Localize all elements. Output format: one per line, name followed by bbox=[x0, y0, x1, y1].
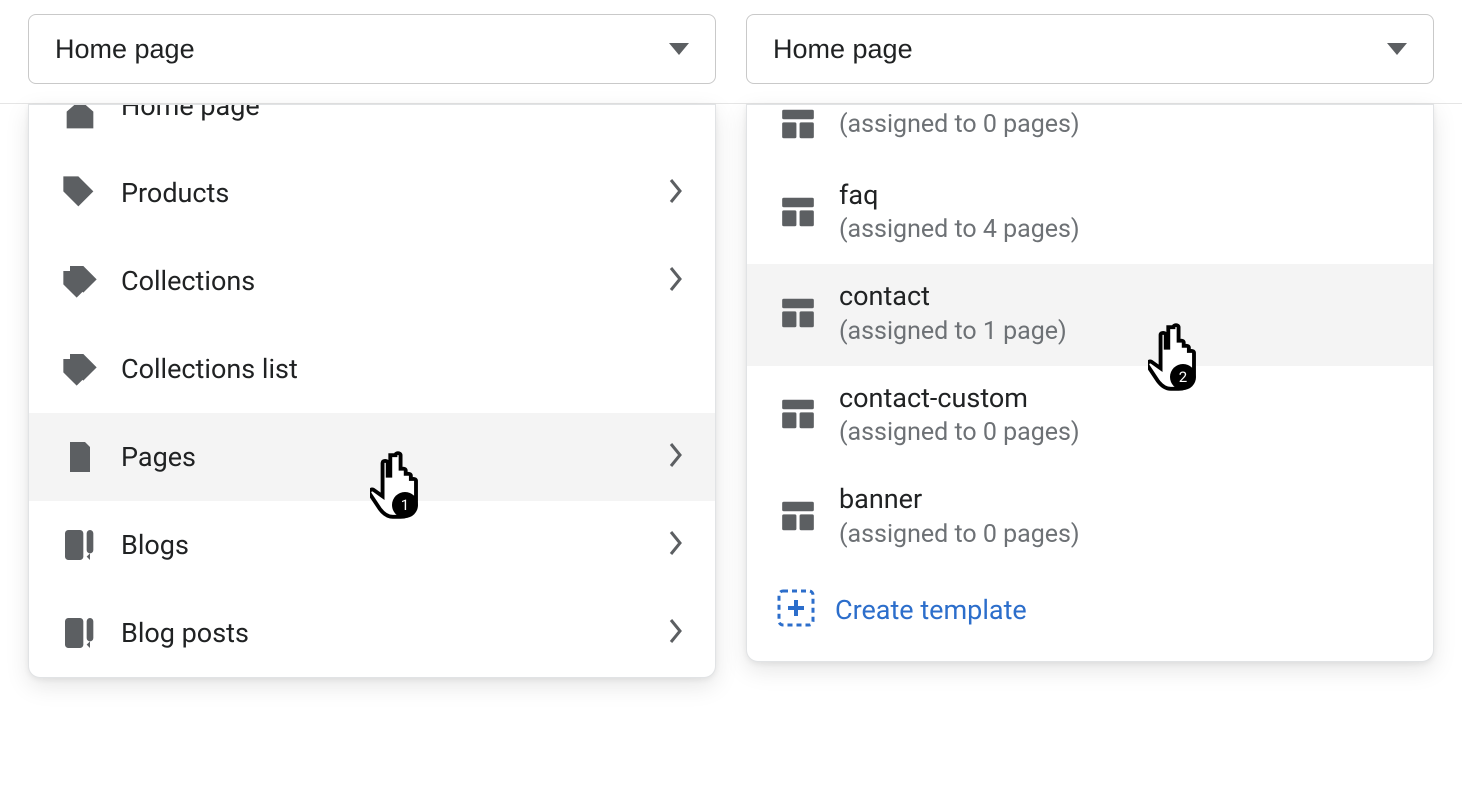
menu-item-label: Pages bbox=[121, 441, 647, 473]
menu-item-collections[interactable]: Collections bbox=[29, 237, 715, 325]
template-name: banner bbox=[839, 483, 1080, 515]
template-name: contact bbox=[839, 280, 1067, 312]
menu-item-label: Home page bbox=[121, 105, 685, 122]
template-text: banner (assigned to 0 pages) bbox=[839, 483, 1080, 548]
selector-row: Home page Home pageProductsCollectionsCo… bbox=[0, 0, 1462, 104]
chevron-right-icon bbox=[667, 617, 685, 649]
left-template-selector[interactable]: Home page bbox=[28, 14, 716, 84]
template-name: contact-custom bbox=[839, 382, 1080, 414]
chevron-right-icon bbox=[667, 529, 685, 561]
template-item-ban[interactable]: banner (assigned to 0 pages) bbox=[747, 467, 1433, 568]
blog-icon bbox=[59, 525, 101, 565]
menu-item-home[interactable]: Home page bbox=[29, 105, 715, 149]
left-selector-label: Home page bbox=[55, 34, 195, 65]
chevron-right-icon bbox=[667, 441, 685, 473]
template-item-faq[interactable]: faq (assigned to 4 pages) bbox=[747, 163, 1433, 264]
menu-item-collections_list[interactable]: Collections list bbox=[29, 325, 715, 413]
menu-item-label: Blogs bbox=[121, 529, 647, 561]
tags-icon bbox=[59, 261, 101, 301]
menu-item-label: Collections list bbox=[121, 353, 685, 385]
layout-icon bbox=[777, 395, 819, 433]
template-text: (assigned to 0 pages) bbox=[839, 110, 1080, 139]
file-icon bbox=[59, 437, 101, 477]
tag-icon bbox=[59, 173, 101, 213]
template-item-cc[interactable]: contact-custom (assigned to 0 pages) bbox=[747, 366, 1433, 467]
right-selector-label: Home page bbox=[773, 34, 913, 65]
add-template-icon bbox=[777, 589, 815, 631]
template-text: faq (assigned to 4 pages) bbox=[839, 179, 1080, 244]
menu-item-label: Blog posts bbox=[121, 617, 647, 649]
right-template-selector[interactable]: Home page bbox=[746, 14, 1434, 84]
template-subtitle: (assigned to 0 pages) bbox=[839, 418, 1080, 447]
menu-item-pages[interactable]: Pages bbox=[29, 413, 715, 501]
template-subtitle: (assigned to 4 pages) bbox=[839, 215, 1080, 244]
create-template-label: Create template bbox=[835, 594, 1027, 626]
template-subtitle: (assigned to 0 pages) bbox=[839, 110, 1080, 139]
caret-down-icon bbox=[1387, 43, 1407, 55]
template-item-cont[interactable]: contact (assigned to 1 page) bbox=[747, 264, 1433, 365]
template-item-t0[interactable]: (assigned to 0 pages) bbox=[747, 105, 1433, 163]
layout-icon bbox=[777, 497, 819, 535]
template-text: contact (assigned to 1 page) bbox=[839, 280, 1067, 345]
layout-icon bbox=[777, 294, 819, 332]
right-dropdown-panel: (assigned to 0 pages) faq (assigned to 4 p… bbox=[746, 104, 1434, 662]
blog-icon bbox=[59, 613, 101, 653]
menu-item-blogs[interactable]: Blogs bbox=[29, 501, 715, 589]
home-icon bbox=[59, 105, 101, 135]
caret-down-icon bbox=[669, 43, 689, 55]
chevron-right-icon bbox=[667, 265, 685, 297]
menu-item-products[interactable]: Products bbox=[29, 149, 715, 237]
menu-item-label: Products bbox=[121, 177, 647, 209]
left-dropdown-panel: Home page Products Collections Collections … bbox=[28, 104, 716, 678]
layout-icon bbox=[777, 193, 819, 231]
chevron-right-icon bbox=[667, 177, 685, 209]
template-name: faq bbox=[839, 179, 1080, 211]
tags-icon bbox=[59, 349, 101, 389]
left-column: Home page Home pageProductsCollectionsCo… bbox=[28, 14, 716, 84]
template-subtitle: (assigned to 1 page) bbox=[839, 317, 1067, 346]
create-template-button[interactable]: Create template bbox=[747, 569, 1433, 661]
template-subtitle: (assigned to 0 pages) bbox=[839, 520, 1080, 549]
layout-icon bbox=[777, 105, 819, 143]
template-text: contact-custom (assigned to 0 pages) bbox=[839, 382, 1080, 447]
menu-item-label: Collections bbox=[121, 265, 647, 297]
right-column: Home page (assigned to 0 pages)faq(assig… bbox=[746, 14, 1434, 84]
menu-item-blog_posts[interactable]: Blog posts bbox=[29, 589, 715, 677]
